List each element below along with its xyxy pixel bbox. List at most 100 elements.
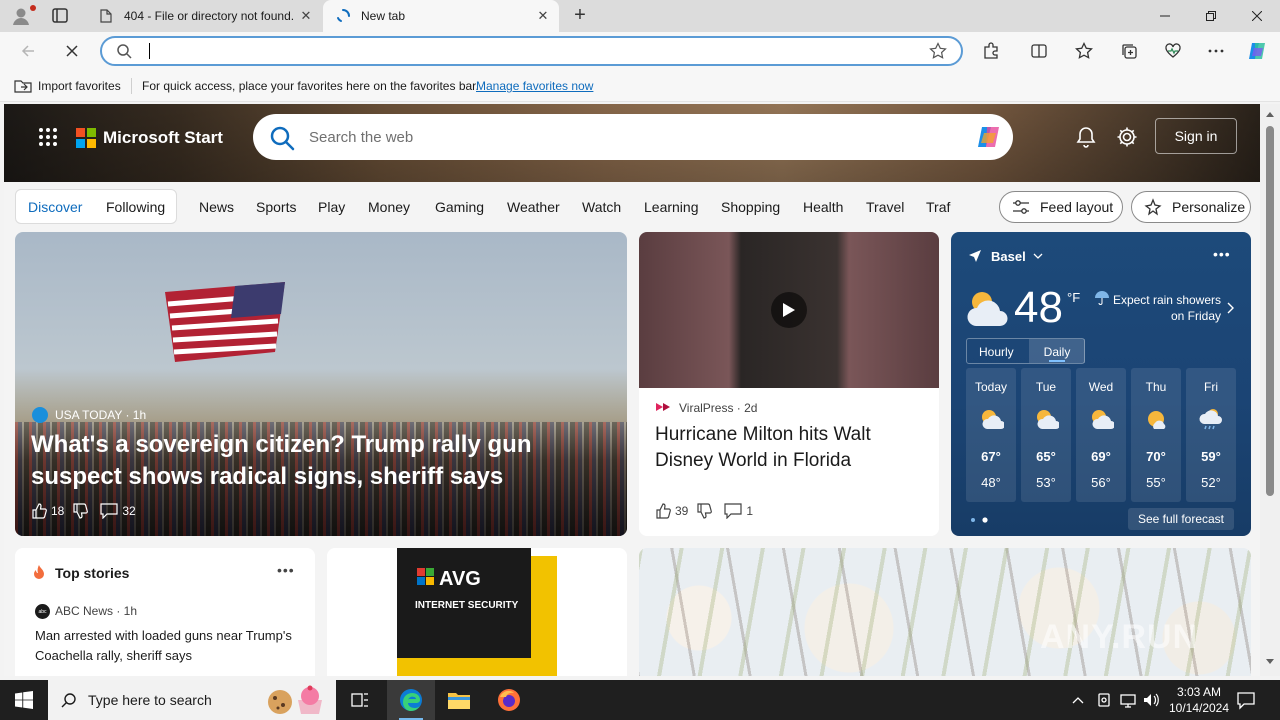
nav-shopping[interactable]: Shopping [721, 199, 780, 215]
carousel-dots[interactable] [970, 517, 992, 523]
manage-favorites-link[interactable]: Manage favorites now [476, 79, 593, 93]
story-headline[interactable]: Hurricane Milton hits Walt Disney World … [655, 422, 925, 474]
forecast-day[interactable]: Today 67° 48° [966, 368, 1016, 502]
favorites-button[interactable] [1072, 39, 1096, 63]
comment-icon[interactable] [100, 503, 118, 519]
add-favorite-star-icon[interactable] [929, 42, 947, 60]
top-stories-card[interactable]: Top stories ••• abc ABC News · 1h Man ar… [15, 548, 315, 676]
address-bar[interactable] [100, 36, 963, 66]
top-story-headline[interactable]: Man arrested with loaded guns near Trump… [35, 626, 295, 666]
tab-discover[interactable]: Discover [28, 199, 82, 215]
dislike-thumb-icon[interactable] [696, 503, 713, 519]
profile-alert-dot [30, 5, 36, 11]
nav-play[interactable]: Play [318, 199, 345, 215]
nav-news[interactable]: News [199, 199, 234, 215]
chevron-down-icon[interactable] [1033, 252, 1043, 260]
ad-card[interactable]: AVG INTERNET SECURITY [327, 548, 627, 676]
nav-watch[interactable]: Watch [582, 199, 621, 215]
chevron-right-icon[interactable] [1227, 302, 1235, 314]
forecast-day[interactable]: Fri 59° 52° [1186, 368, 1236, 502]
tab-daily[interactable]: Daily [1029, 339, 1085, 363]
nav-learning[interactable]: Learning [644, 199, 699, 215]
brand-title[interactable]: Microsoft Start [103, 128, 223, 148]
scroll-up-icon[interactable] [1265, 110, 1275, 118]
weather-more-icon[interactable]: ••• [1213, 246, 1231, 262]
nav-weather[interactable]: Weather [507, 199, 560, 215]
personalize-button[interactable]: Personalize [1131, 191, 1251, 223]
scrollbar-thumb[interactable] [1266, 126, 1274, 496]
tab-actions-icon[interactable] [50, 7, 70, 25]
forecast-day[interactable]: Wed 69° 56° [1076, 368, 1126, 502]
nav-money[interactable]: Money [368, 199, 410, 215]
day-low: 56° [1091, 475, 1111, 490]
hero-reactions: 18 32 [31, 503, 144, 519]
nav-gaming[interactable]: Gaming [435, 199, 484, 215]
copilot-icon[interactable] [975, 123, 1003, 151]
start-button[interactable] [0, 680, 48, 720]
tab-hourly[interactable]: Hourly [979, 345, 1014, 359]
forecast-day[interactable]: Thu 70° 55° [1131, 368, 1181, 502]
weather-location[interactable]: Basel [991, 249, 1026, 264]
dislike-thumb-icon[interactable] [72, 503, 89, 519]
new-tab-button[interactable]: + [570, 5, 590, 26]
close-tab-icon[interactable]: ✕ [533, 6, 553, 26]
temperature-unit[interactable]: °F [1067, 290, 1080, 305]
hero-story-card[interactable]: USA TODAY · 1h What's a sovereign citize… [15, 232, 627, 536]
back-button[interactable] [16, 39, 40, 63]
settings-gear-icon[interactable] [1116, 126, 1138, 148]
story-card[interactable]: ViralPress · 2d Hurricane Milton hits Wa… [639, 232, 939, 536]
taskbar-file-explorer[interactable] [435, 680, 483, 720]
task-view-button[interactable] [336, 680, 384, 720]
sign-in-button[interactable]: Sign in [1155, 118, 1237, 154]
system-clock[interactable]: 3:03 AM 10/14/2024 [1160, 684, 1238, 716]
taskbar-firefox[interactable] [485, 680, 533, 720]
close-tab-icon[interactable]: ✕ [296, 6, 316, 26]
extensions-button[interactable] [979, 39, 1003, 63]
tab-following[interactable]: Following [106, 199, 165, 215]
page-scrollbar[interactable] [1260, 104, 1280, 676]
taskbar-edge[interactable] [387, 680, 435, 720]
tab-404[interactable]: 404 - File or directory not found. ✕ [86, 0, 322, 32]
comment-count: 32 [122, 504, 136, 518]
volume-icon[interactable] [1142, 690, 1160, 710]
browser-essentials-button[interactable] [1161, 39, 1185, 63]
more-options-icon[interactable]: ••• [277, 562, 295, 578]
microsoft-logo[interactable] [76, 128, 96, 148]
minimize-button[interactable] [1142, 0, 1188, 32]
copilot-button[interactable] [1245, 39, 1269, 63]
restore-button[interactable] [1188, 0, 1234, 32]
hero-headline[interactable]: What's a sovereign citizen? Trump rally … [31, 429, 621, 493]
forecast-day[interactable]: Tue 65° 53° [1021, 368, 1071, 502]
notification-center-icon[interactable] [1236, 690, 1256, 710]
import-favorites-icon[interactable] [14, 78, 32, 94]
comment-icon[interactable] [724, 503, 742, 519]
profile-icon[interactable] [10, 5, 32, 27]
device-icon[interactable] [1096, 690, 1112, 710]
see-full-forecast-button[interactable]: See full forecast [1128, 508, 1234, 530]
import-favorites-link[interactable]: Import favorites [38, 79, 121, 93]
play-video-icon[interactable] [771, 292, 807, 328]
app-launcher-icon[interactable] [38, 127, 58, 147]
nav-travel[interactable]: Travel [866, 199, 904, 215]
scroll-down-icon[interactable] [1265, 658, 1275, 666]
close-window-button[interactable] [1234, 0, 1280, 32]
settings-more-button[interactable] [1204, 39, 1228, 63]
collections-button[interactable] [1117, 39, 1141, 63]
taskbar-search[interactable]: Type here to search [48, 680, 336, 720]
forecast-note[interactable]: Expect rain showers on Friday [1109, 292, 1221, 324]
nav-sports[interactable]: Sports [256, 199, 296, 215]
usa-today-logo [32, 407, 48, 423]
web-search-box[interactable]: Search the web [253, 114, 1013, 160]
nav-traffic[interactable]: Traf [926, 199, 950, 215]
like-thumb-icon[interactable] [655, 503, 671, 519]
like-thumb-icon[interactable] [31, 503, 47, 519]
split-screen-button[interactable] [1027, 39, 1051, 63]
stop-loading-button[interactable] [60, 39, 84, 63]
network-icon[interactable] [1119, 690, 1137, 710]
nav-health[interactable]: Health [803, 199, 843, 215]
notifications-bell-icon[interactable] [1076, 126, 1096, 148]
tab-new-tab[interactable]: New tab ✕ [323, 0, 559, 32]
weather-card[interactable]: Basel ••• 48 °F Expect rain showers on F… [951, 232, 1251, 536]
show-hidden-icons-chevron[interactable] [1072, 690, 1084, 710]
feed-layout-button[interactable]: Feed layout [999, 191, 1123, 223]
